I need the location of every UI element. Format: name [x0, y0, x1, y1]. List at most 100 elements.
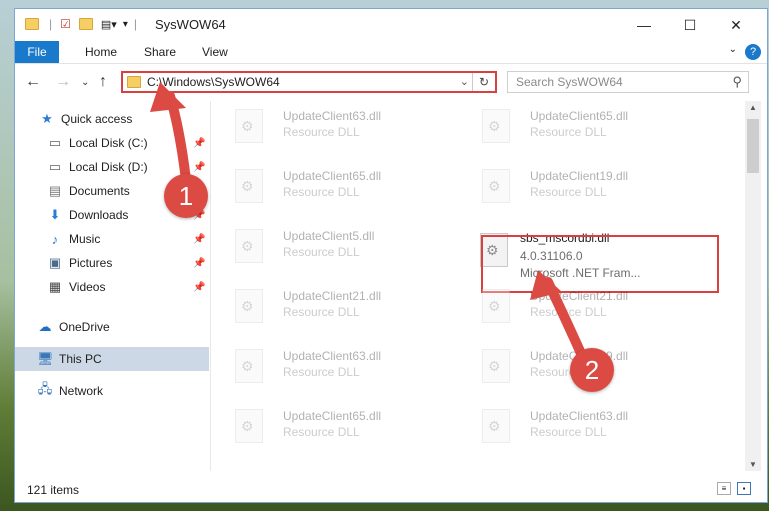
expand-ribbon-icon[interactable]: ⌄	[729, 44, 737, 55]
sidebar-item-music[interactable]: ♪ Music 📌	[15, 227, 209, 251]
file-name: UpdateClient5.dll	[283, 229, 375, 243]
file-item[interactable]: UpdateClient65.dll Resource DLL	[458, 101, 698, 155]
navigation-pane: ★ Quick access ▭ Local Disk (C:) 📌 ▭ Loc…	[15, 101, 209, 479]
dll-file-icon	[482, 109, 510, 143]
star-icon: ★	[41, 111, 53, 126]
dll-file-icon	[235, 409, 263, 443]
tab-file[interactable]: File	[15, 41, 59, 63]
forward-arrow-icon[interactable]: →	[55, 73, 71, 91]
properties-icon[interactable]: ☑	[60, 17, 71, 31]
file-type: Resource DLL	[530, 305, 607, 319]
scroll-up-icon[interactable]: ▲	[745, 103, 761, 112]
dll-file-icon	[235, 289, 263, 323]
sidebar-item-pictures[interactable]: ▣ Pictures 📌	[15, 251, 209, 275]
customize-toolbar-icon[interactable]: ▤▾	[101, 18, 117, 31]
file-item[interactable]: UpdateClient21.dll Resource DLL	[458, 281, 698, 335]
file-type: Resource DLL	[283, 425, 360, 439]
dll-file-icon	[482, 349, 510, 383]
recent-locations-icon[interactable]: ⌄	[81, 77, 89, 88]
sidebar-item-videos[interactable]: ▦ Videos 📌	[15, 275, 209, 299]
dll-file-icon	[482, 169, 510, 203]
cloud-icon: ☁	[38, 319, 52, 334]
file-item[interactable]: UpdateClient19.dll Resource DLL	[458, 161, 698, 215]
file-item[interactable]: UpdateClient63.dll Resource DLL	[211, 341, 451, 395]
minimize-button[interactable]: —	[621, 9, 667, 41]
dll-file-icon	[235, 169, 263, 203]
back-arrow-icon[interactable]: ←	[25, 73, 41, 91]
new-folder-icon[interactable]	[78, 18, 93, 30]
maximize-button[interactable]: ☐	[667, 9, 713, 41]
toolbar-separator: |	[49, 17, 53, 31]
search-input[interactable]: Search SysWOW64 ⚲	[507, 71, 749, 93]
file-name: UpdateClient65.dll	[283, 169, 382, 183]
sidebar-item-label: Local Disk (D:)	[69, 160, 148, 174]
file-name: UpdateClient65.dll	[530, 109, 629, 123]
dll-file-icon	[235, 109, 263, 143]
title-bar: | ☑ ▤▾ ▾ | SysWOW64 — ☐ ✕	[15, 9, 767, 41]
search-icon[interactable]: ⚲	[732, 74, 742, 90]
sidebar-item-this-pc[interactable]: 🖥 This PC	[15, 347, 209, 371]
file-item[interactable]: UpdateClient65.dll Resource DLL	[211, 401, 451, 455]
documents-icon: ▤	[48, 183, 62, 198]
file-item[interactable]: UpdateClient63.dll Resource DLL	[458, 401, 698, 455]
pin-icon[interactable]: 📌	[193, 282, 205, 293]
file-name: UpdateClient65.dll	[283, 409, 382, 423]
file-item[interactable]: UpdateClient65.dll Resource DLL	[211, 161, 451, 215]
sidebar-item-label: OneDrive	[59, 320, 110, 334]
item-count: 121 items	[27, 483, 80, 497]
quick-access-toolbar: | ☑ ▤▾ ▾ |	[25, 17, 137, 31]
downloads-icon: ⬇	[49, 207, 61, 222]
scrollbar-thumb[interactable]	[747, 119, 759, 173]
chevron-down-icon[interactable]: ▾	[123, 19, 128, 30]
file-type: Resource DLL	[283, 245, 360, 259]
pin-icon[interactable]: 📌	[193, 258, 205, 269]
ribbon-tabs: File Home Share View ⌄ ?	[15, 41, 767, 64]
pin-icon[interactable]: 📌	[193, 138, 205, 149]
file-item[interactable]: UpdateClient21.dll Resource DLL	[211, 281, 451, 335]
videos-icon: ▦	[48, 279, 62, 294]
vertical-scrollbar[interactable]: ▲ ▼	[745, 101, 761, 471]
navigation-bar: ← → ⌄ ↑ C:\Windows\SysWOW64 ⌄ ↻ Search S…	[15, 65, 767, 99]
sidebar-item-local-disk-c[interactable]: ▭ Local Disk (C:) 📌	[15, 131, 209, 155]
file-item[interactable]: UpdateClient5.dll Resource DLL	[211, 221, 451, 275]
sidebar-item-network[interactable]: 🖧 Network	[15, 379, 209, 403]
file-name: UpdateClient63.dll	[283, 349, 382, 363]
drive-icon: ▭	[48, 135, 62, 150]
step-badge-1: 1	[164, 174, 208, 218]
sidebar-item-quick-access[interactable]: ★ Quick access	[15, 107, 209, 131]
sidebar-item-label: Local Disk (C:)	[69, 136, 148, 150]
dll-file-icon	[235, 349, 263, 383]
dll-file-icon	[235, 229, 263, 263]
file-type: Resource DLL	[530, 185, 607, 199]
network-icon: 🖧	[37, 381, 53, 396]
address-bar[interactable]: C:\Windows\SysWOW64 ⌄ ↻	[121, 71, 497, 93]
folder-icon	[127, 76, 141, 88]
close-button[interactable]: ✕	[713, 9, 759, 41]
file-name: UpdateClient21.dll	[283, 289, 382, 303]
tiles-view-icon[interactable]: ▪	[737, 482, 751, 495]
refresh-icon[interactable]: ↻	[472, 73, 495, 91]
tab-share[interactable]: Share	[132, 41, 188, 63]
dll-file-icon	[482, 409, 510, 443]
sidebar-item-label: Documents	[69, 184, 130, 198]
file-type: Resource DLL	[283, 305, 360, 319]
file-item[interactable]: UpdateClient63.dll Resource DLL	[211, 101, 451, 155]
address-path: C:\Windows\SysWOW64	[147, 75, 280, 89]
chevron-down-icon[interactable]: ⌄	[460, 75, 469, 88]
pin-icon[interactable]: 📌	[193, 162, 205, 173]
details-view-icon[interactable]: ≡	[717, 482, 731, 495]
help-icon[interactable]: ?	[745, 44, 761, 60]
sidebar-item-label: Downloads	[69, 208, 129, 222]
status-bar: 121 items ≡ ▪	[15, 477, 767, 502]
up-arrow-icon[interactable]: ↑	[99, 73, 107, 91]
scroll-down-icon[interactable]: ▼	[745, 460, 761, 469]
window-title: SysWOW64	[155, 17, 226, 32]
pin-icon[interactable]: 📌	[193, 234, 205, 245]
sidebar-item-onedrive[interactable]: ☁ OneDrive	[15, 315, 209, 339]
tab-view[interactable]: View	[190, 41, 240, 63]
file-type: Resource DLL	[283, 185, 360, 199]
file-name: UpdateClient63.dll	[283, 109, 382, 123]
file-name: UpdateClient21.dll	[530, 289, 629, 303]
file-type: Resource DLL	[530, 425, 607, 439]
tab-home[interactable]: Home	[73, 41, 129, 63]
